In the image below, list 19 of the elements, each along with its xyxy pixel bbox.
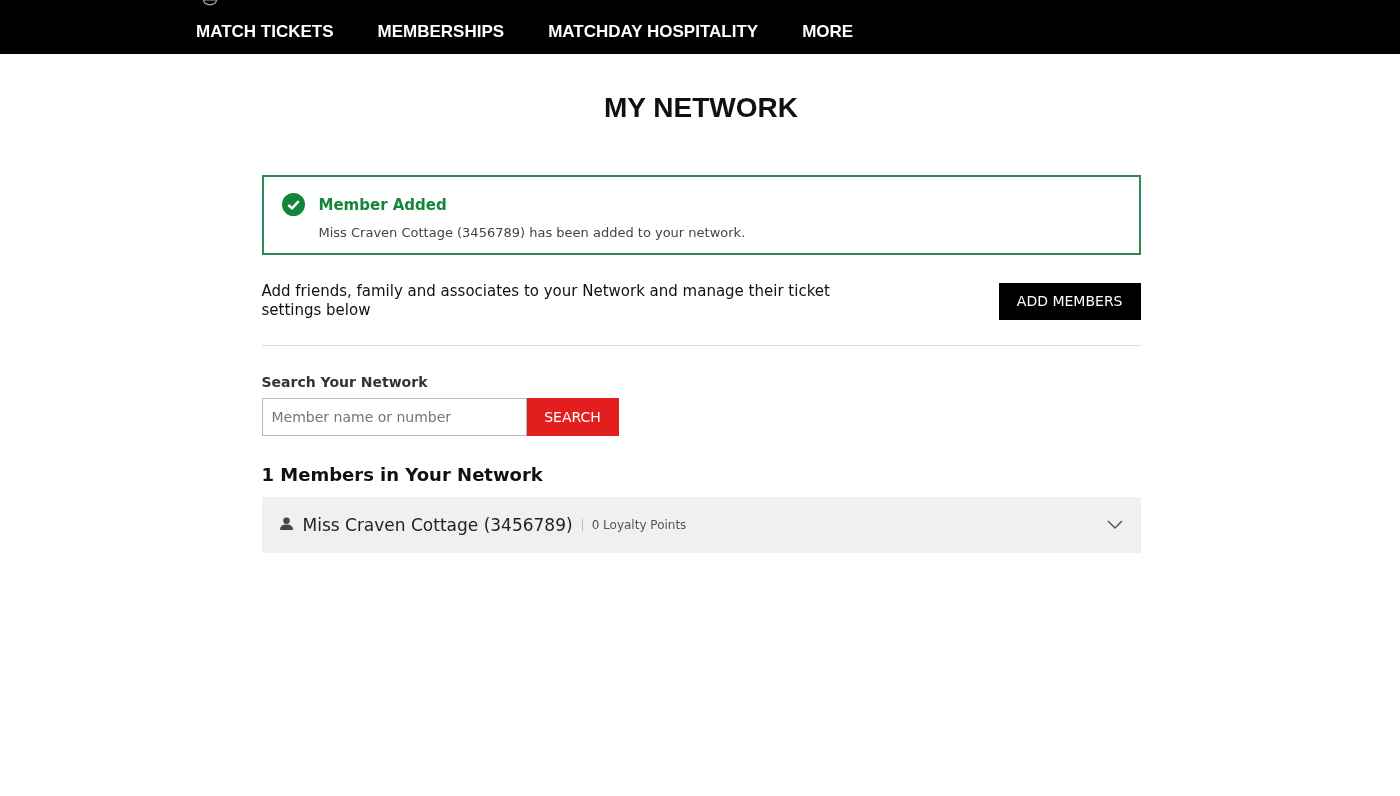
members-heading: 1 Members in Your Network bbox=[261, 464, 544, 485]
member-name: Miss Craven Cottage (3456789) bbox=[302, 515, 573, 535]
nav-link[interactable]: MORE bbox=[802, 22, 854, 42]
nav-link[interactable]: MEMBERSHIPS bbox=[377, 22, 505, 42]
nav-link[interactable]: MATCH TICKETS bbox=[196, 22, 334, 42]
intro-text: Add friends, family and associates to your Network and manage their ticket settings below bbox=[261, 282, 831, 320]
search-label: Search Your Network bbox=[261, 374, 429, 390]
check-circle-icon bbox=[281, 193, 305, 216]
member-row[interactable]: Miss Craven Cottage (3456789) 0 Loyalty Points bbox=[261, 497, 1141, 553]
person-icon bbox=[279, 516, 293, 530]
chevron-down-icon[interactable] bbox=[1106, 520, 1123, 530]
alert-title: Member Added bbox=[318, 196, 448, 214]
page-title: MY NETWORK bbox=[603, 92, 799, 124]
search-button[interactable]: SEARCH bbox=[526, 398, 619, 436]
alert-message: Miss Craven Cottage (3456789) has been added to your network. bbox=[318, 225, 746, 240]
nav-link[interactable]: MATCHDAY HOSPITALITY bbox=[548, 22, 759, 42]
loyalty-points: 0 Loyalty Points bbox=[591, 518, 687, 532]
add-members-button[interactable]: ADD MEMBERS bbox=[998, 282, 1141, 320]
search-field[interactable]: Member name or number bbox=[261, 398, 527, 436]
